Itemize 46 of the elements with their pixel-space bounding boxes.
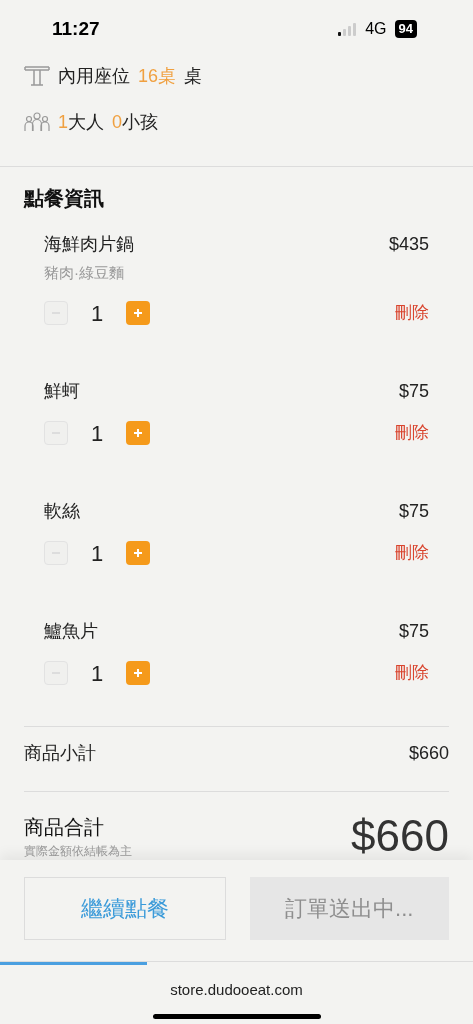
battery-indicator: 94 (394, 20, 417, 38)
plus-icon (133, 308, 143, 318)
total-note: 實際金額依結帳為主 (24, 842, 132, 860)
status-time: 11:27 (52, 16, 100, 41)
adult-label: 大人 (68, 111, 104, 132)
adult-count: 1 (58, 111, 68, 132)
item-name: 海鮮肉片鍋 (44, 233, 134, 256)
delete-link[interactable]: 刪除 (395, 660, 429, 686)
item-price: $75 (398, 619, 429, 643)
item-quantity: 1 (89, 539, 105, 568)
table-icon (24, 65, 50, 87)
total-value: $660 (351, 811, 449, 860)
delete-link[interactable]: 刪除 (395, 420, 429, 446)
subtotal-value: $660 (408, 742, 449, 765)
item-options: 豬肉·綠豆麵 (44, 262, 429, 285)
section-title: 點餐資訊 (22, 186, 105, 211)
item-price: $75 (398, 499, 429, 523)
seating-label: 內用座位 (58, 64, 130, 88)
item-quantity: 1 (89, 299, 105, 328)
people-icon (24, 112, 50, 132)
continue-ordering-button[interactable]: 繼續點餐 (24, 877, 226, 940)
address-bar[interactable]: store.dudooeat.com (0, 979, 473, 1002)
item-quantity: 1 (89, 659, 105, 688)
item-quantity: 1 (89, 419, 105, 448)
signal-icon (337, 22, 358, 36)
network-label: 4G (365, 19, 387, 39)
increase-button[interactable] (126, 661, 150, 685)
item-name: 軟絲 (44, 499, 80, 523)
child-label: 小孩 (122, 111, 159, 132)
item-name: 鱸魚片 (44, 619, 98, 643)
delete-link[interactable]: 刪除 (395, 540, 429, 566)
plus-icon (133, 428, 143, 438)
child-count: 0 (112, 111, 123, 132)
item-name: 鮮蚵 (44, 379, 80, 403)
increase-button[interactable] (126, 301, 150, 325)
increase-button[interactable] (126, 541, 150, 565)
item-price: $435 (388, 233, 429, 256)
delete-link[interactable]: 刪除 (395, 300, 429, 326)
increase-button[interactable] (126, 421, 150, 445)
table-number: 16桌 (138, 64, 177, 88)
plus-icon (133, 668, 143, 678)
total-label: 商品合計 (24, 814, 105, 840)
subtotal-label: 商品小計 (24, 742, 96, 765)
table-unit: 桌 (184, 64, 203, 88)
plus-icon (133, 548, 143, 558)
item-price: $75 (398, 379, 429, 403)
